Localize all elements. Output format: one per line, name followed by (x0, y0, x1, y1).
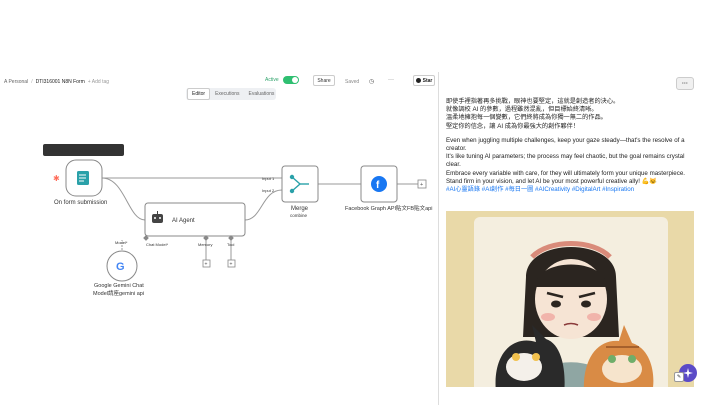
facebook-post-preview: 即使手裡指著再多挑戰，眼神也要堅定，這就是創造者的決心。 就像調校 AI 的參數… (446, 98, 694, 194)
panel-more-button[interactable]: ··· (676, 77, 694, 90)
share-button[interactable]: Share (313, 75, 335, 86)
add-next-plus-icon: + (420, 182, 423, 188)
view-tabs: Editor Executions Evaluations (186, 88, 276, 100)
workflow-canvas[interactable]: Waiting for you to submit the form ✱ On … (0, 100, 438, 312)
add-tag-link[interactable]: + Add tag (88, 79, 109, 85)
post-en-line2: It's like tuning AI parameters; the proc… (446, 153, 685, 169)
post-zh-line4: 堅定你的信念，讓 AI 成為你最強大的創作夥伴！ (446, 122, 580, 130)
girl-with-cats-illustration (495, 241, 654, 387)
tooltip-text: Waiting for you to submit the form (48, 148, 115, 153)
merge-sublabel: combine (290, 213, 308, 218)
workflow-name[interactable]: DTI316001 N8N Form (36, 79, 85, 85)
model-port-label: Model* (115, 240, 128, 245)
form-node-label: On form submission (54, 200, 107, 206)
star-label: Star (422, 77, 433, 84)
post-en-line3: Embrace every variable with care, for th… (446, 169, 686, 177)
connection-agent-merge (244, 189, 283, 221)
history-icon[interactable]: ◷ (369, 78, 374, 85)
active-label: Active (265, 77, 279, 83)
facebook-label: Facebook Graph API貼文FB貼文api (345, 204, 432, 212)
connection-form-agent (101, 177, 146, 221)
tab-evaluations[interactable]: Evaluations (245, 89, 279, 99)
breadcrumb-separator: / (31, 79, 33, 85)
memory-port-label: Memory (198, 242, 212, 247)
google-icon: G (116, 261, 125, 273)
post-en-line1: Even when juggling multiple challenges, … (446, 136, 685, 153)
post-image (446, 211, 694, 387)
breadcrumb-owner[interactable]: A Personal (4, 79, 28, 85)
post-zh-line1: 即使手裡指著再多挑戰，眼神也要堅定，這就是創造者的決心。 (446, 98, 620, 105)
merge-label: Merge (291, 206, 309, 212)
ai-agent-label: AI Agent (172, 218, 195, 224)
github-star-button[interactable]: Star (413, 75, 435, 86)
post-en-line4: Stand firm in your vision, and let AI be… (446, 177, 658, 185)
tab-executions[interactable]: Executions (211, 89, 243, 99)
add-tool-plus-icon: + (230, 262, 233, 268)
feedback-icon[interactable]: ✎ (674, 372, 684, 382)
more-options-icon[interactable]: ··· (388, 77, 394, 83)
merge-input1-label: Input 1 (262, 176, 275, 181)
add-memory-plus-icon: + (205, 262, 208, 268)
merge-input2-label: Input 2 (262, 188, 275, 193)
sparkle-icon (683, 368, 693, 378)
form-icon (77, 171, 89, 185)
breadcrumb: A Personal / DTI316001 N8N Form + Add ta… (4, 79, 109, 85)
tab-editor[interactable]: Editor (187, 88, 211, 100)
post-hashtags[interactable]: #AI心靈語錄 #AI創作 #每日一圖 #AICreativity #Digit… (446, 186, 694, 194)
gemini-label-line1: Google Gemini Chat (94, 283, 144, 289)
github-icon (415, 78, 421, 83)
chat-model-port-label: Chat Model* (146, 242, 168, 247)
trigger-bolt-icon: ✱ (53, 174, 60, 183)
gemini-label-line2: Model請座gemini api (93, 289, 144, 297)
post-zh-line3: 溫柔地擁抱每一個變數，它們終將成為你獨一無二的作品。 (446, 114, 607, 122)
illustration-card (474, 217, 668, 387)
tool-port-label: Tool (227, 242, 234, 247)
saved-status: Saved (345, 79, 360, 85)
active-toggle[interactable] (282, 76, 299, 84)
active-toggle-group: Active (265, 76, 299, 84)
